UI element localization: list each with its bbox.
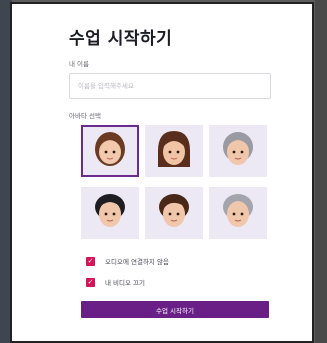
checkmark-icon: ✓	[87, 277, 94, 286]
avatar-option-1[interactable]	[81, 125, 139, 177]
avatar-option-3[interactable]	[209, 125, 267, 177]
video-checkbox[interactable]: ✓	[86, 277, 95, 287]
checkmark-icon: ✓	[87, 256, 94, 265]
audio-checkbox[interactable]: ✓	[86, 256, 95, 266]
avatar-label: 아바타 선택	[69, 112, 101, 120]
female-avatar-long-brown-hair-icon	[158, 131, 190, 167]
male-avatar-gray-short-hair-icon	[223, 194, 253, 227]
start-class-button[interactable]: 수업 시작하기	[81, 301, 269, 318]
avatar-option-5[interactable]	[145, 187, 203, 239]
audio-option-row[interactable]: ✓ 오디오에 연결하지 않음	[86, 256, 169, 266]
female-avatar-brown-hair-icon	[95, 132, 125, 166]
male-avatar-gray-hair-icon	[223, 132, 253, 165]
male-avatar-brown-hair-icon	[159, 194, 189, 227]
avatar-grid	[69, 123, 269, 241]
name-label: 내 이름	[69, 60, 90, 68]
background-right	[315, 0, 327, 343]
avatar-option-2[interactable]	[145, 125, 203, 177]
avatar-option-4[interactable]	[81, 187, 139, 239]
video-option-label: 내 비디오 끄기	[105, 279, 146, 287]
avatar-option-6[interactable]	[209, 187, 267, 239]
male-avatar-black-hair-icon	[95, 194, 125, 227]
video-option-row[interactable]: ✓ 내 비디오 끄기	[86, 277, 145, 287]
name-input[interactable]: 이름을 입력해주세요	[69, 73, 271, 99]
page-title: 수업 시작하기	[69, 29, 173, 49]
audio-option-label: 오디오에 연결하지 않음	[105, 258, 169, 266]
